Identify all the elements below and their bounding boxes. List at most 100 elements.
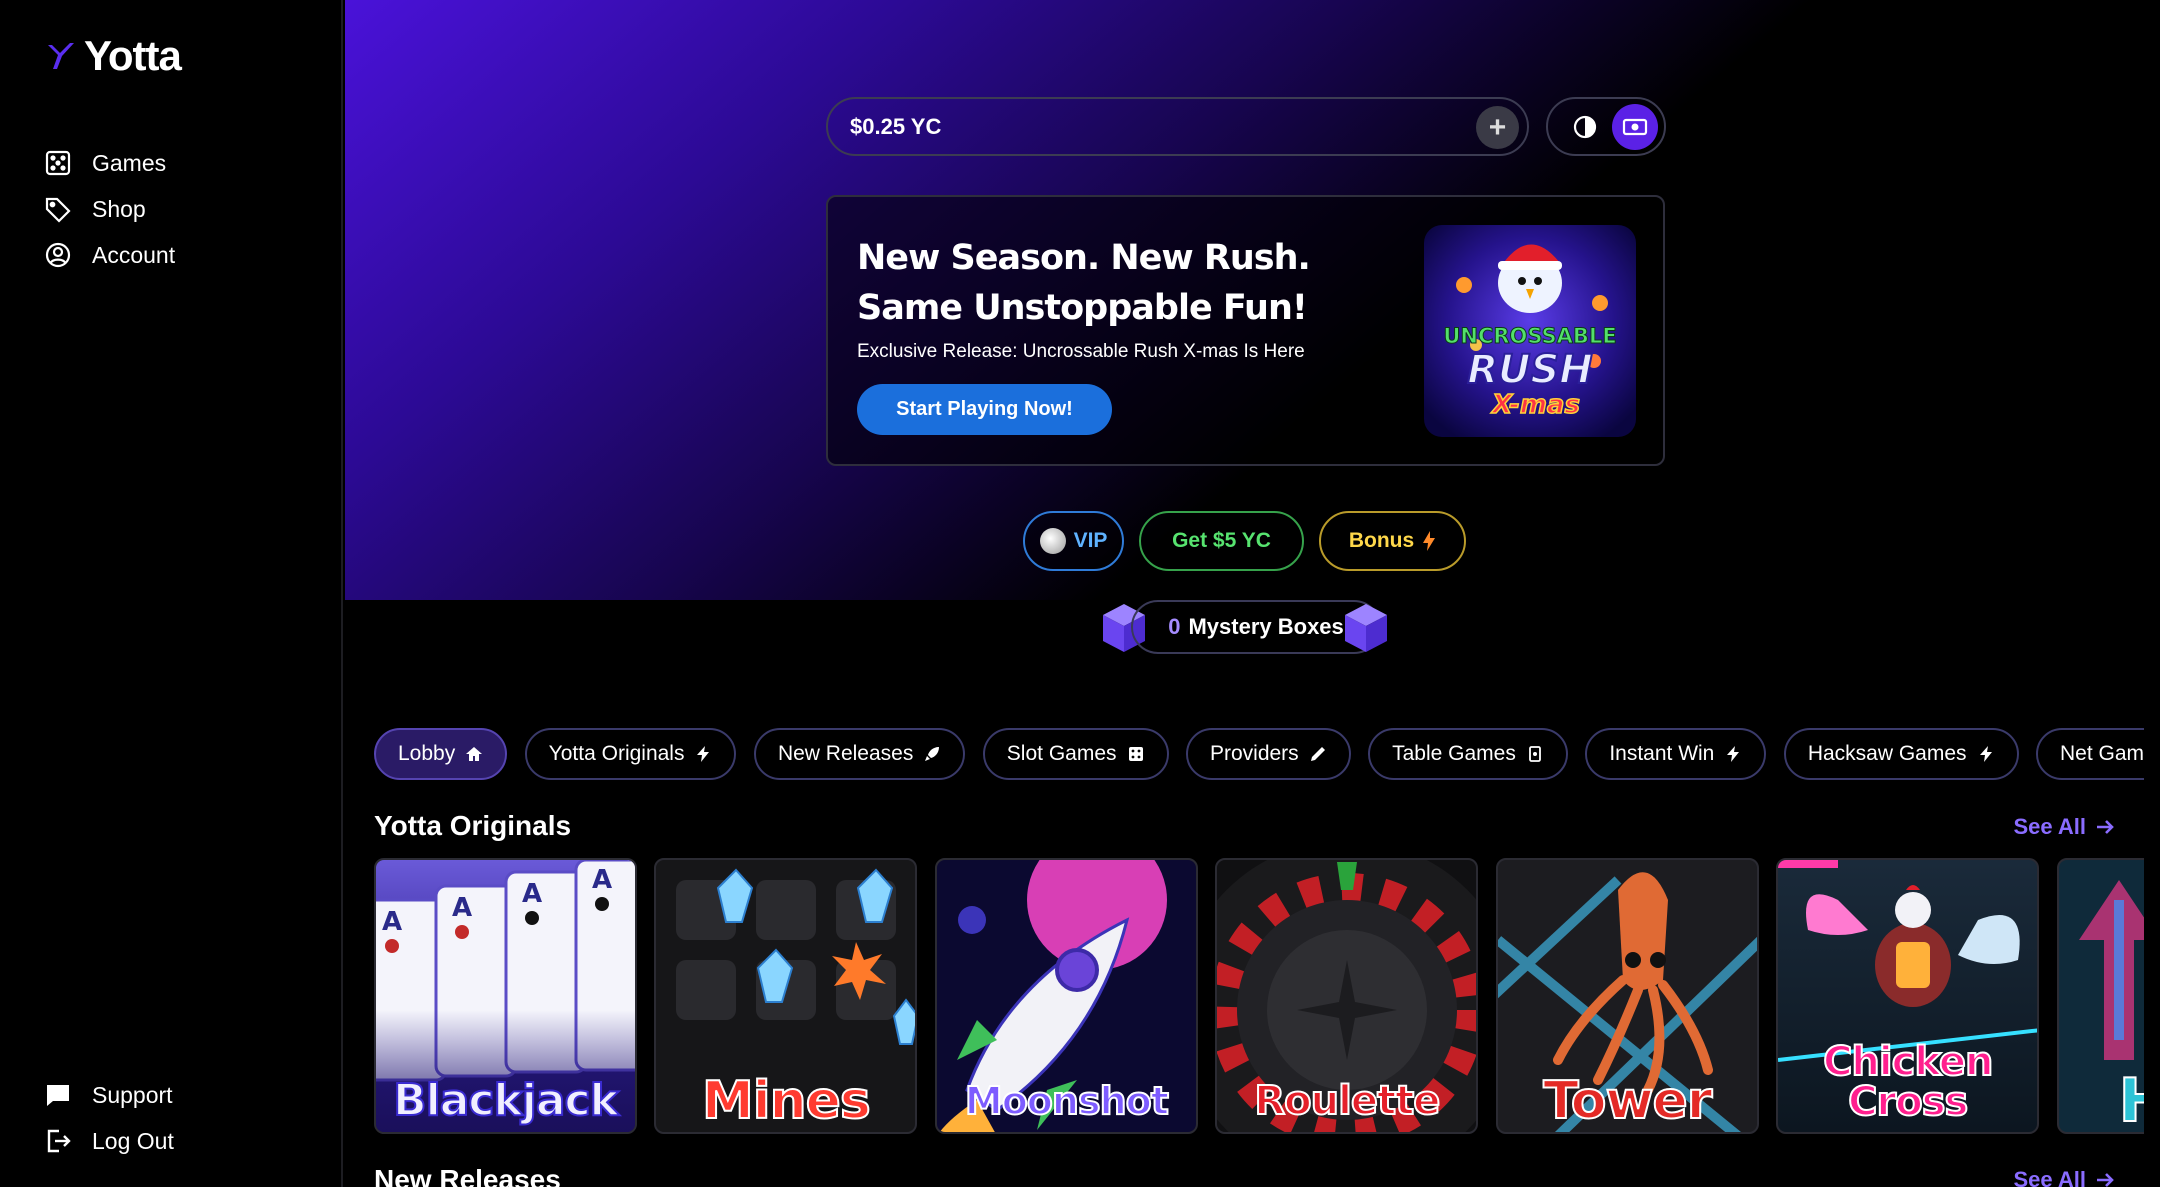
tab-label: Yotta Originals <box>548 742 685 765</box>
tab-net-games[interactable]: Net Games <box>2035 728 2144 780</box>
svg-text:A: A <box>592 865 612 895</box>
game-title: Roulette <box>1253 1078 1441 1124</box>
tab-slot-games[interactable]: Slot Games <box>982 728 1169 780</box>
contrast-toggle-button[interactable] <box>1562 104 1608 150</box>
game-card-mines[interactable]: Mines <box>654 858 918 1134</box>
start-playing-button[interactable]: Start Playing Now! <box>857 384 1112 435</box>
card-icon <box>1528 746 1541 762</box>
tab-label: Providers <box>1209 742 1299 765</box>
bonus-button[interactable]: Bonus <box>1319 511 1466 571</box>
art-text: RUSH <box>1467 347 1593 393</box>
section-title-new-releases: New Releases <box>374 1164 561 1187</box>
game-title: Chicken Cross <box>1822 1039 1994 1125</box>
pen-icon <box>1310 747 1325 761</box>
rocket-icon <box>925 747 940 761</box>
arrow-right-icon <box>2097 820 2114 834</box>
sidebar-item-label: Shop <box>92 195 146 222</box>
game-title: Mines <box>701 1071 872 1131</box>
arrow-right-icon <box>2097 1173 2114 1187</box>
art-text: X-mas <box>1490 390 1580 420</box>
bolt-icon <box>1727 746 1740 762</box>
tab-label: Lobby <box>398 742 456 765</box>
sidebar-item-games[interactable]: Games <box>44 140 175 186</box>
brand-name: Yotta <box>84 32 182 79</box>
balance-value: $0.25 YC <box>850 113 942 139</box>
plus-icon: + <box>1488 110 1507 144</box>
promo-title-line: New Season. New Rush. <box>857 238 1311 278</box>
bolt-icon <box>697 746 710 762</box>
get-yc-button[interactable]: Get $5 YC <box>1139 511 1304 571</box>
originals-carousel: A A A A Blackjack Mines Moonshot Roulette T… <box>374 858 2144 1136</box>
home-icon <box>466 747 483 761</box>
see-all-originals-link[interactable]: See All <box>2013 814 2116 840</box>
bolt-icon <box>1979 746 1992 762</box>
promo-game-art[interactable]: UNCROSSABLE RUSH X-mas <box>1424 225 1636 437</box>
game-card-blackjack[interactable]: A A A A Blackjack <box>374 858 637 1134</box>
game-title: Blackjack <box>392 1075 620 1126</box>
category-tabs: Lobby Yotta Originals New Releases Slot … <box>374 728 2144 782</box>
art-text: UNCROSSABLE <box>1443 324 1616 348</box>
tab-instant-win[interactable]: Instant Win <box>1585 728 1767 780</box>
see-all-new-releases-link[interactable]: See All <box>2013 1167 2116 1187</box>
balance-bar[interactable]: $0.25 YC + <box>826 97 1529 156</box>
sidebar-item-logout[interactable]: Log Out <box>44 1118 174 1164</box>
sidebar-item-shop[interactable]: Shop <box>44 186 175 232</box>
promo-banner: New Season. New Rush. Same Unstoppable F… <box>826 195 1665 466</box>
svg-text:A: A <box>452 893 472 923</box>
tab-label: Net Games <box>2059 742 2144 765</box>
tab-hacksaw-games[interactable]: Hacksaw Games <box>1783 728 2019 780</box>
sidebar-item-account[interactable]: Account <box>44 232 175 278</box>
cash-toggle-button[interactable] <box>1612 103 1658 150</box>
contrast-icon <box>1573 115 1597 138</box>
tab-providers[interactable]: Providers <box>1185 728 1351 780</box>
sidebar-item-label: Account <box>92 241 176 268</box>
tab-table-games[interactable]: Table Games <box>1368 728 1568 780</box>
dice-icon <box>1128 747 1143 761</box>
tab-label: New Releases <box>777 742 914 765</box>
dice-icon <box>45 150 71 176</box>
sidebar-item-support[interactable]: Support <box>44 1072 174 1118</box>
mystery-count: 0 <box>1168 614 1181 639</box>
tab-label: Table Games <box>1392 742 1516 765</box>
tab-new-releases[interactable]: New Releases <box>753 728 966 780</box>
bonus-label: Bonus <box>1348 529 1415 552</box>
section-title-originals: Yotta Originals <box>374 810 572 841</box>
uncrossable-rush-art: UNCROSSABLE RUSH X-mas <box>1424 225 1636 437</box>
see-all-label: See All <box>2013 1167 2086 1187</box>
logout-icon <box>47 1129 71 1153</box>
game-card-chicken-cross[interactable]: Chicken Cross <box>1776 858 2040 1134</box>
logo[interactable]: Yotta <box>44 32 182 80</box>
tab-label: Slot Games <box>1006 742 1117 765</box>
sidebar: Yotta Games Shop Account Support Log Out <box>0 0 343 1187</box>
game-card-tower[interactable]: Tower <box>1495 858 1759 1134</box>
svg-text:A: A <box>522 879 542 909</box>
bolt-icon <box>1423 531 1436 551</box>
currency-toggle <box>1546 97 1666 156</box>
tab-label: Instant Win <box>1609 742 1715 765</box>
vip-button[interactable]: VIP <box>1023 511 1124 571</box>
sidebar-nav: Games Shop Account <box>44 140 175 278</box>
game-card-roulette[interactable]: Roulette <box>1215 858 1479 1134</box>
sidebar-item-label: Log Out <box>92 1127 174 1154</box>
chat-icon <box>47 1085 69 1106</box>
yotta-logo-icon <box>48 43 74 69</box>
promo-subtitle: Exclusive Release: Uncrossable Rush X-ma… <box>857 341 1305 362</box>
tab-yotta-originals[interactable]: Yotta Originals <box>524 728 737 780</box>
cash-icon <box>1622 118 1648 135</box>
tab-lobby[interactable]: Lobby <box>374 728 508 780</box>
moon-icon <box>1039 528 1066 554</box>
game-title: Moonshot <box>964 1079 1170 1123</box>
tag-icon <box>45 197 71 223</box>
app-root: Yotta Games Shop Account Support Log Out… <box>0 0 2160 1187</box>
game-card-partial[interactable]: H <box>2056 858 2144 1134</box>
svg-text:A: A <box>382 907 402 937</box>
promo-title: New Season. New Rush. Same Unstoppable F… <box>857 233 1311 333</box>
sidebar-item-label: Games <box>92 149 167 176</box>
tab-label: Hacksaw Games <box>1807 742 1967 765</box>
game-card-moonshot[interactable]: Moonshot <box>934 858 1198 1134</box>
mystery-label: Mystery Boxes <box>1188 614 1344 639</box>
promo-title-line: Same Unstoppable Fun! <box>857 288 1308 328</box>
add-funds-button[interactable]: + <box>1476 106 1519 149</box>
user-circle-icon <box>45 242 71 268</box>
vip-label: VIP <box>1073 529 1108 552</box>
